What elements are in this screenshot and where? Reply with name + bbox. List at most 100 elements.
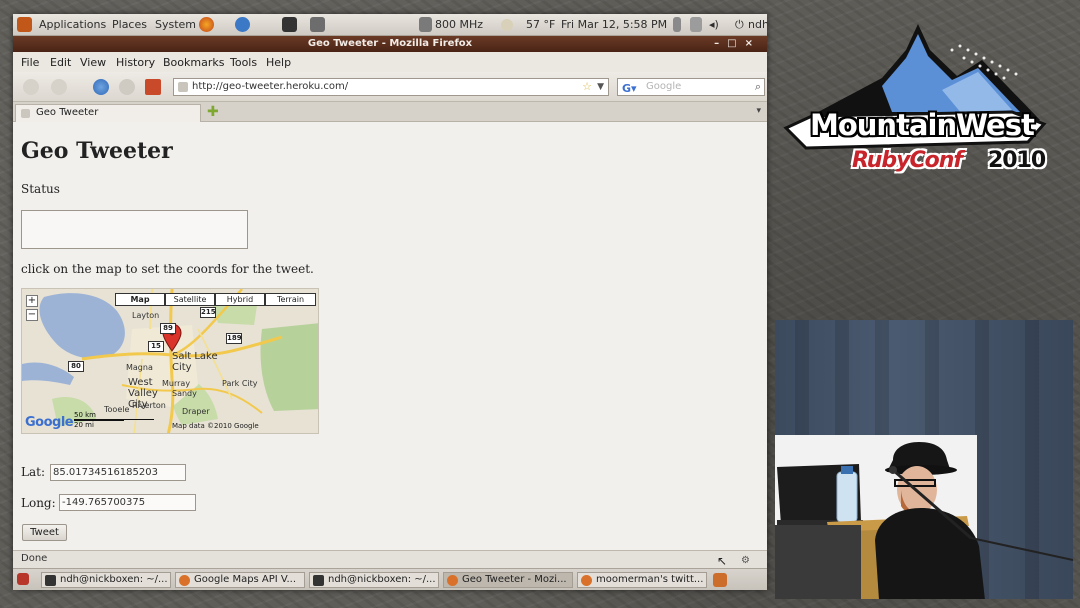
bookmark-star-icon[interactable]: ☆ (582, 79, 592, 95)
url-dropdown-icon[interactable]: ▼ (597, 79, 604, 95)
firefox-icon (179, 575, 190, 586)
stop-icon[interactable] (119, 79, 135, 95)
highway-shield-189: 189 (226, 333, 242, 344)
menu-bookmarks[interactable]: Bookmarks (163, 56, 224, 69)
firefox-launcher-icon[interactable] (199, 17, 214, 32)
url-bar[interactable]: http://geo-tweeter.heroku.com/ ☆ ▼ (173, 78, 609, 96)
network-icon[interactable] (310, 17, 325, 32)
map-scale: 50 km 20 mi (74, 411, 154, 429)
maximize-icon[interactable]: □ (727, 38, 744, 49)
search-engine-icon[interactable]: G▾ (622, 81, 637, 97)
zoom-out-button[interactable]: − (26, 309, 38, 321)
menu-help[interactable]: Help (266, 56, 291, 69)
map-type-satellite[interactable]: Satellite (165, 293, 215, 306)
menu-view[interactable]: View (80, 56, 106, 69)
volume-icon[interactable]: ◂) (709, 18, 719, 31)
trash-icon[interactable] (713, 573, 727, 587)
applications-menu[interactable]: Applications (39, 18, 106, 31)
page-title: Geo Tweeter (21, 138, 173, 164)
gnome-foot-icon[interactable] (17, 17, 32, 32)
new-tab-icon[interactable]: ✚ (207, 105, 221, 119)
scale-mi: 20 mi (74, 420, 124, 429)
task-terminal-2[interactable]: ndh@nickboxen: ~/... (309, 572, 439, 588)
show-desktop-icon[interactable] (17, 573, 29, 585)
map-type-terrain[interactable]: Terrain (265, 293, 316, 306)
reload-icon[interactable] (93, 79, 109, 95)
window-controls[interactable]: –□× (714, 36, 761, 52)
map-instruction: click on the map to set the coords for t… (21, 262, 314, 276)
logo-title: MountainWest (810, 108, 1035, 142)
map-label-draper: Draper (182, 407, 210, 416)
tab-favicon-icon (21, 109, 30, 118)
tweet-button[interactable]: Tweet (22, 524, 67, 541)
task-google-maps-api[interactable]: Google Maps API V... (175, 572, 305, 588)
map-type-map[interactable]: Map (115, 293, 165, 306)
long-label: Long: (21, 496, 56, 510)
system-menu[interactable]: System (155, 18, 196, 31)
highway-shield-80: 80 (68, 361, 84, 372)
highway-shield-89: 89 (160, 323, 176, 334)
power-icon[interactable]: ⏻ (735, 18, 744, 32)
home-icon[interactable] (145, 79, 161, 95)
tab-list-icon[interactable]: ▾ (756, 106, 761, 116)
map-copyright: Map data ©2010 Google (172, 422, 259, 430)
terminal-icon (45, 575, 56, 586)
mountainwest-rubyconf-logo: MountainWest RubyConf 2010 (782, 20, 1052, 190)
map-label-sandy: Sandy (172, 389, 197, 398)
speaker-scene (775, 435, 1073, 599)
menu-edit[interactable]: Edit (50, 56, 71, 69)
terminal-icon (313, 575, 324, 586)
task-terminal-1[interactable]: ndh@nickboxen: ~/... (41, 572, 171, 588)
search-placeholder: Google (646, 81, 682, 92)
speaker-video (775, 320, 1073, 599)
terminal-launcher-icon[interactable] (282, 17, 297, 32)
status-input[interactable] (21, 210, 248, 249)
page-content: Geo Tweeter Status click on the map to s… (13, 122, 767, 550)
logo-subtitle: RubyConf 2010 (852, 148, 1046, 173)
search-icon[interactable]: ⌕ (755, 79, 761, 95)
task-label: ndh@nickboxen: ~/... (60, 574, 168, 585)
temperature-readout[interactable]: 57 °F (526, 18, 555, 31)
long-input[interactable]: -149.765700375 (59, 494, 196, 511)
lat-input[interactable]: 85.01734516185203 (50, 464, 186, 481)
places-menu[interactable]: Places (112, 18, 147, 31)
task-twitter[interactable]: moomerman's twitt... (577, 572, 707, 588)
map-type-hybrid[interactable]: Hybrid (215, 293, 265, 306)
task-geo-tweeter[interactable]: Geo Tweeter - Mozi... (443, 572, 573, 588)
map-tiles (22, 289, 318, 433)
lat-label: Lat: (21, 465, 45, 479)
back-icon[interactable] (23, 79, 39, 95)
window-title-bar[interactable]: Geo Tweeter - Mozilla Firefox –□× (13, 36, 767, 52)
task-label: Google Maps API V... (194, 574, 297, 585)
cpu-frequency-icon (419, 17, 432, 32)
tab-label: Geo Tweeter (36, 107, 99, 118)
zoom-in-button[interactable]: + (26, 295, 38, 307)
google-logo[interactable]: Google (25, 415, 74, 430)
logo-subtitle-text: RubyConf (852, 148, 963, 173)
google-map[interactable]: + − Map Satellite Hybrid Terrain Layton … (21, 288, 319, 434)
map-label-layton: Layton (132, 311, 160, 320)
search-box[interactable]: G▾ Google ⌕ (617, 78, 765, 96)
highway-shield-215: 215 (200, 307, 216, 318)
scale-km: 50 km (74, 411, 154, 420)
close-icon[interactable]: × (745, 38, 761, 49)
navigation-toolbar: http://geo-tweeter.heroku.com/ ☆ ▼ G▾ Go… (13, 72, 767, 102)
minimize-icon[interactable]: – (714, 38, 727, 49)
tab-geo-tweeter[interactable]: Geo Tweeter (15, 104, 201, 122)
mail-icon[interactable] (690, 17, 702, 32)
logo-year: 2010 (988, 148, 1046, 173)
task-label: Geo Tweeter - Mozi... (462, 574, 567, 585)
menu-tools[interactable]: Tools (230, 56, 257, 69)
addon-status-icon[interactable]: ⚙ (741, 553, 753, 566)
menu-file[interactable]: File (21, 56, 39, 69)
firefox-icon (447, 575, 458, 586)
clock[interactable]: Fri Mar 12, 5:58 PM (561, 18, 667, 31)
mouse-cursor-icon: ↖ (717, 554, 728, 568)
help-icon[interactable] (235, 17, 250, 32)
forward-icon[interactable] (51, 79, 67, 95)
menu-history[interactable]: History (116, 56, 155, 69)
map-label-magna: Magna (126, 363, 153, 372)
user-menu[interactable]: ndh (748, 18, 767, 31)
site-favicon-icon (178, 82, 188, 92)
map-label-murray: Murray (162, 379, 191, 388)
